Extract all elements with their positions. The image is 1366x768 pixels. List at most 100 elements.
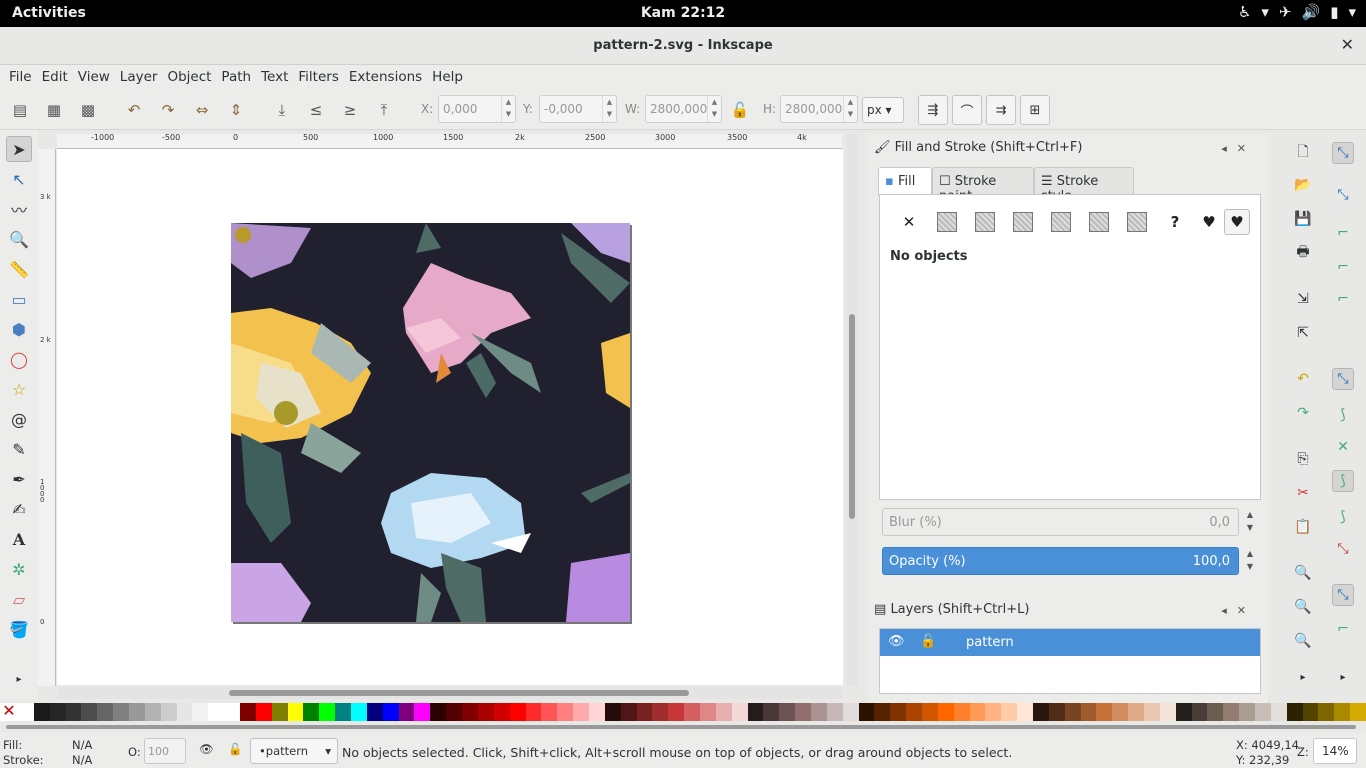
move-patterns-button[interactable]: ⊞ [1020, 95, 1050, 125]
color-swatch[interactable] [779, 703, 796, 721]
color-swatch[interactable] [18, 703, 34, 721]
color-swatch[interactable] [795, 703, 811, 721]
color-swatch[interactable] [1223, 703, 1240, 721]
snap-others-icon[interactable]: ⤡ [1332, 584, 1354, 606]
scale-stroke-button[interactable]: ⇶ [918, 95, 948, 125]
import-icon[interactable]: ⇲ [1292, 288, 1314, 310]
no-color-swatch[interactable]: ✕ [0, 703, 18, 721]
color-swatch[interactable] [1255, 703, 1271, 721]
color-swatch[interactable] [573, 703, 589, 721]
color-swatch[interactable] [1033, 703, 1049, 721]
layer-name[interactable]: pattern [966, 635, 1014, 650]
color-swatch[interactable] [1334, 703, 1351, 721]
accessibility-icon[interactable]: ♿ [1238, 3, 1251, 21]
menu-object[interactable]: Object [162, 65, 216, 90]
color-swatch[interactable] [366, 703, 383, 721]
spin-arrows[interactable]: ▲ ▼ [602, 96, 616, 122]
color-swatch[interactable] [462, 703, 478, 721]
color-swatch[interactable] [446, 703, 463, 721]
redo-icon[interactable]: ↷ [1292, 402, 1314, 424]
menu-file[interactable]: File [4, 65, 37, 90]
menu-edit[interactable]: Edit [37, 65, 73, 90]
swatch-icon[interactable] [1124, 209, 1150, 235]
eraser-tool-icon[interactable]: ▱ [6, 586, 32, 612]
menu-view[interactable]: View [73, 65, 115, 90]
flip-vertical-icon[interactable]: ⇕ [224, 98, 248, 122]
zoom-tool-icon[interactable]: 🔍 [6, 226, 32, 252]
color-swatch[interactable] [668, 703, 685, 721]
paste-icon[interactable]: 📋 [1292, 516, 1314, 538]
zoom-drawing-icon[interactable]: 🔍 [1292, 596, 1314, 618]
copy-icon[interactable]: ⎘ [1292, 448, 1314, 470]
color-swatch[interactable] [747, 703, 764, 721]
color-swatch[interactable] [874, 703, 891, 721]
color-swatch[interactable] [160, 703, 177, 721]
chevron-down-icon[interactable]: ▾ [1261, 3, 1269, 21]
color-swatch[interactable] [842, 703, 859, 721]
color-swatch[interactable] [49, 703, 66, 721]
color-swatch[interactable] [335, 703, 352, 721]
color-swatch[interactable] [477, 703, 494, 721]
color-swatch[interactable] [208, 703, 225, 721]
rotate-ccw-icon[interactable]: ↶ [122, 98, 146, 122]
color-swatch[interactable] [1064, 703, 1081, 721]
spin-arrows[interactable]: ▲ ▼ [843, 96, 857, 122]
volume-icon[interactable]: 🔊 [1302, 3, 1321, 21]
color-swatch[interactable] [240, 703, 256, 721]
color-swatch[interactable] [271, 703, 288, 721]
raise-to-top-icon[interactable]: ⤒ [372, 98, 396, 122]
select-all-layers-icon[interactable]: ▦ [42, 98, 66, 122]
color-swatch[interactable] [604, 703, 621, 721]
palette-scrollbar[interactable] [0, 721, 1366, 732]
snap-intersections-icon[interactable]: ✕ [1332, 436, 1354, 458]
color-swatch[interactable] [921, 703, 938, 721]
node-tool-icon[interactable]: ↖ [6, 166, 32, 192]
color-swatch[interactable] [858, 703, 875, 721]
color-swatch[interactable] [255, 703, 272, 721]
linear-gradient-icon[interactable] [972, 209, 998, 235]
more-commands-icon[interactable]: ▸ [1292, 666, 1314, 688]
snap-enable-icon[interactable]: ⤡ [1332, 142, 1354, 164]
menu-text[interactable]: Text [256, 65, 293, 90]
color-swatch[interactable] [398, 703, 415, 721]
rotate-cw-icon[interactable]: ↷ [156, 98, 180, 122]
unit-select[interactable]: px ▾ [862, 97, 904, 123]
dock-controls[interactable]: ◂✕ [1221, 142, 1256, 155]
selector-tool-icon[interactable]: ➤ [6, 136, 32, 162]
fill-rule-evenodd-icon[interactable]: ♥ [1196, 209, 1222, 235]
airplane-icon[interactable]: ✈ [1279, 3, 1292, 21]
snap-midpoints-icon[interactable]: ⤡ [1332, 538, 1354, 560]
snap-bbox-midpoint-icon[interactable]: ⌐ [1332, 288, 1354, 310]
snap-nodes-icon[interactable]: ⤡ [1332, 368, 1354, 390]
color-swatch[interactable] [1239, 703, 1256, 721]
color-swatch[interactable] [113, 703, 130, 721]
color-swatch[interactable] [985, 703, 1002, 721]
color-swatch[interactable] [319, 703, 336, 721]
color-swatch[interactable] [541, 703, 558, 721]
h-field[interactable]: 2800,000 ▲ ▼ [780, 95, 858, 123]
pen-tool-icon[interactable]: ✒ [6, 466, 32, 492]
color-swatch[interactable] [493, 703, 510, 721]
undo-icon[interactable]: ↶ [1292, 368, 1314, 390]
print-icon[interactable]: 🖶 [1292, 242, 1314, 264]
rectangle-tool-icon[interactable]: ▭ [6, 286, 32, 312]
spin-arrows[interactable]: ▲ ▼ [501, 96, 515, 122]
text-tool-icon[interactable]: A [6, 526, 32, 552]
snap-paths-icon[interactable]: ⟆ [1332, 404, 1354, 426]
color-swatch[interactable] [715, 703, 732, 721]
cut-icon[interactable]: ✂ [1292, 482, 1314, 504]
color-swatch[interactable] [620, 703, 637, 721]
color-swatch[interactable] [636, 703, 653, 721]
color-swatch[interactable] [509, 703, 526, 721]
color-swatch[interactable] [144, 703, 161, 721]
color-swatch[interactable] [81, 703, 98, 721]
color-swatch[interactable] [557, 703, 574, 721]
zoom-selection-icon[interactable]: 🔍 [1292, 562, 1314, 584]
color-swatch[interactable] [176, 703, 193, 721]
color-swatch[interactable] [65, 703, 82, 721]
menu-filters[interactable]: Filters [293, 65, 343, 90]
color-swatch[interactable] [1175, 703, 1192, 721]
snap-bbox-icon[interactable]: ⤡ [1332, 184, 1354, 206]
layer-visibility-icon[interactable]: 👁 [199, 742, 214, 756]
deselect-icon[interactable]: ▩ [76, 98, 100, 122]
